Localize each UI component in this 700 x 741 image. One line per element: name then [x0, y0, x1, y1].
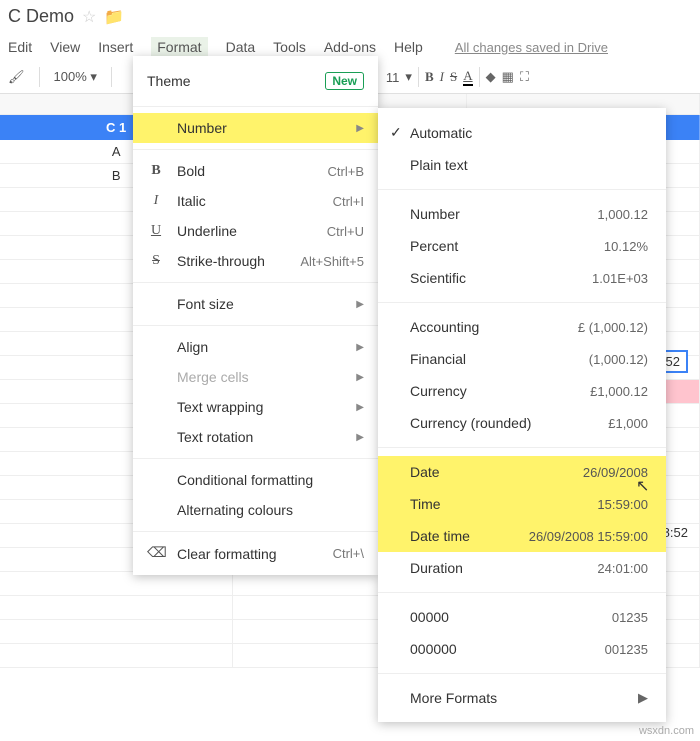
new-badge: New — [325, 72, 364, 90]
doc-title[interactable]: C Demo — [8, 6, 74, 27]
menu-addons[interactable]: Add-ons — [324, 39, 376, 55]
submenu-item-00000[interactable]: 0000001235 — [378, 601, 666, 633]
menu-insert[interactable]: Insert — [98, 39, 133, 55]
watermark: wsxdn.com — [639, 725, 694, 737]
fill-color-icon[interactable]: ◆ — [486, 69, 496, 85]
submenu-item-currency-rounded[interactable]: Currency (rounded)£1,000 — [378, 407, 666, 439]
theme-label: Theme — [147, 73, 191, 89]
cell[interactable] — [0, 620, 233, 644]
submenu-item-number[interactable]: Number1,000.12 — [378, 198, 666, 230]
submenu-item-time[interactable]: Time15:59:00 — [378, 488, 666, 520]
star-icon[interactable]: ☆ — [82, 7, 96, 27]
submenu-item-scientific[interactable]: Scientific1.01E+03 — [378, 262, 666, 294]
chevron-right-icon: ▶ — [638, 690, 648, 706]
submenu-item-financial[interactable]: Financial(1,000.12) — [378, 343, 666, 375]
cell[interactable] — [0, 572, 233, 596]
strike-button[interactable]: S — [450, 69, 457, 85]
submenu-item-plain[interactable]: Plain text — [378, 149, 666, 181]
fontsize-input[interactable]: 11 — [386, 70, 400, 85]
menu-item-align[interactable]: Align▶ — [133, 332, 378, 362]
number-submenu: ✓Automatic Plain text Number1,000.12 Per… — [378, 108, 666, 722]
chevron-right-icon: ▶ — [356, 123, 364, 134]
submenu-item-000000[interactable]: 000000001235 — [378, 633, 666, 665]
menu-edit[interactable]: Edit — [8, 39, 32, 55]
submenu-item-date[interactable]: Date26/09/2008 — [378, 456, 666, 488]
menu-item-merge[interactable]: Merge cells▶ — [133, 362, 378, 392]
cell[interactable] — [0, 596, 233, 620]
check-icon: ✓ — [390, 124, 410, 141]
text-color-button[interactable]: A — [463, 68, 472, 86]
save-status[interactable]: All changes saved in Drive — [455, 40, 608, 55]
folder-icon[interactable]: 📁 — [104, 7, 124, 27]
paint-format-icon[interactable]: 🖌 — [8, 69, 25, 85]
submenu-item-automatic[interactable]: ✓Automatic — [378, 116, 666, 149]
menu-item-underline[interactable]: UUnderlineCtrl+U — [133, 216, 378, 246]
submenu-item-datetime[interactable]: Date time26/09/2008 15:59:00 — [378, 520, 666, 552]
menu-item-wrap[interactable]: Text wrapping▶ — [133, 392, 378, 422]
bold-button[interactable]: B — [425, 69, 434, 85]
menu-view[interactable]: View — [50, 39, 80, 55]
menu-tools[interactable]: Tools — [273, 39, 306, 55]
menu-item-conditional-formatting[interactable]: Conditional formatting — [133, 465, 378, 495]
menu-item-bold[interactable]: BBoldCtrl+B — [133, 156, 378, 186]
submenu-item-currency[interactable]: Currency£1,000.12 — [378, 375, 666, 407]
format-menu: Theme New Number▶ BBoldCtrl+B IItalicCtr… — [133, 56, 378, 575]
italic-button[interactable]: I — [440, 69, 444, 85]
menu-item-alternating-colours[interactable]: Alternating colours — [133, 495, 378, 525]
submenu-item-more-formats[interactable]: More Formats▶ — [378, 682, 666, 714]
menu-item-strike[interactable]: SStrike-throughAlt+Shift+5 — [133, 246, 378, 276]
menu-item-italic[interactable]: IItalicCtrl+I — [133, 186, 378, 216]
menu-item-rotation[interactable]: Text rotation▶ — [133, 422, 378, 452]
menu-format[interactable]: Format — [151, 37, 207, 57]
menu-help[interactable]: Help — [394, 39, 423, 55]
cell[interactable] — [0, 644, 233, 668]
borders-icon[interactable]: ▦ — [502, 69, 514, 85]
submenu-item-duration[interactable]: Duration24:01:00 — [378, 552, 666, 584]
zoom-dropdown[interactable]: 100% ▾ — [54, 69, 97, 85]
menu-item-clear-formatting[interactable]: ⌫Clear formattingCtrl+\ — [133, 538, 378, 569]
submenu-item-percent[interactable]: Percent10.12% — [378, 230, 666, 262]
fontsize-dropdown-icon[interactable]: ▾ — [405, 69, 412, 85]
submenu-item-accounting[interactable]: Accounting£ (1,000.12) — [378, 311, 666, 343]
titlebar: C Demo ☆ 📁 — [0, 0, 700, 33]
menu-item-fontsize[interactable]: Font size▶ — [133, 289, 378, 319]
menu-item-theme[interactable]: Theme New — [133, 62, 378, 100]
menu-item-number[interactable]: Number▶ — [133, 113, 378, 143]
clear-format-icon: ⌫ — [147, 545, 165, 562]
merge-icon[interactable]: ⛶ — [520, 69, 529, 85]
menu-data[interactable]: Data — [226, 39, 256, 55]
